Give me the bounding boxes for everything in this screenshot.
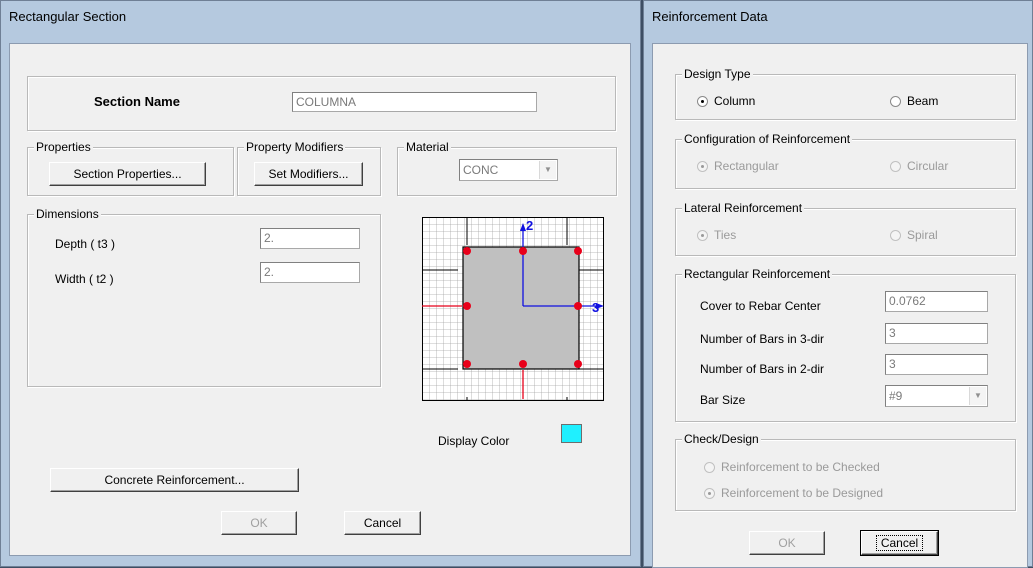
beam-radio-label: Beam	[907, 94, 939, 108]
spiral-radio[interactable]: Spiral	[890, 228, 938, 242]
ties-radio-label: Ties	[714, 228, 737, 242]
concrete-reinforcement-button[interactable]: Concrete Reinforcement...	[50, 468, 299, 492]
set-modifiers-button[interactable]: Set Modifiers...	[254, 162, 363, 186]
radio-icon	[890, 160, 901, 172]
rebar-dot	[463, 247, 471, 255]
rebar-dot	[574, 302, 582, 310]
rectangular-radio-label: Rectangular	[714, 159, 779, 173]
column-radio-label: Column	[714, 94, 756, 108]
bars-2-dir-label: Number of Bars in 2-dir	[700, 362, 825, 376]
material-select-value: CONC	[463, 163, 499, 177]
reinforcement-checked-radio[interactable]: Reinforcement to be Checked	[704, 460, 880, 474]
column-radio[interactable]: Column	[697, 94, 755, 108]
cancel-button[interactable]: Cancel	[344, 511, 421, 535]
display-color-swatch[interactable]	[561, 424, 582, 443]
rectangular-radio[interactable]: Rectangular	[697, 159, 779, 173]
bars-2-dir-input[interactable]: 3	[885, 354, 988, 375]
circular-radio-label: Circular	[907, 159, 949, 173]
bars-3-dir-input[interactable]: 3	[885, 323, 988, 344]
rebar-dot	[519, 247, 527, 255]
properties-group-label: Properties	[34, 140, 93, 154]
design-type-group-label: Design Type	[682, 67, 753, 81]
rebar-dot	[463, 360, 471, 368]
radio-icon	[697, 95, 708, 107]
rectangular-section-title: Rectangular Section	[9, 9, 127, 24]
reinforcement-designed-radio[interactable]: Reinforcement to be Designed	[704, 486, 883, 500]
cover-input[interactable]: 0.0762	[885, 291, 988, 312]
rebar-dot	[574, 360, 582, 368]
dimensions-group-label: Dimensions	[34, 207, 101, 221]
radio-icon	[890, 229, 901, 241]
configuration-group-label: Configuration of Reinforcement	[682, 132, 853, 146]
check-design-group: Check/Design	[675, 432, 1016, 511]
lateral-group-label: Lateral Reinforcement	[682, 201, 805, 215]
width-label: Width ( t2 )	[55, 272, 114, 286]
rebar-dot	[463, 302, 471, 310]
radio-icon	[890, 95, 901, 107]
check-design-group-label: Check/Design	[682, 432, 761, 446]
concrete-section	[462, 246, 580, 370]
display-color-label: Display Color	[438, 434, 510, 448]
ties-radio[interactable]: Ties	[697, 228, 736, 242]
section-name-input[interactable]: COLUMNA	[292, 92, 537, 112]
reinf-ok-button[interactable]: OK	[749, 531, 825, 555]
section-properties-button[interactable]: Section Properties...	[49, 162, 206, 186]
rebar-dot	[519, 360, 527, 368]
axis-3-label: 3	[592, 300, 599, 315]
reinf-cancel-button[interactable]: Cancel	[860, 530, 939, 556]
chevron-down-icon[interactable]: ▼	[969, 387, 986, 405]
axis-2-label: 2	[526, 218, 533, 233]
rectangular-section-client: Section Name COLUMNA Properties Section …	[9, 43, 631, 556]
reinforcement-data-title: Reinforcement Data	[652, 9, 768, 24]
radio-icon	[697, 229, 708, 241]
circular-radio[interactable]: Circular	[890, 159, 948, 173]
property-modifiers-group-label: Property Modifiers	[244, 140, 346, 154]
radio-icon	[704, 487, 715, 499]
spiral-radio-label: Spiral	[907, 228, 938, 242]
chevron-down-icon[interactable]: ▼	[539, 161, 556, 179]
reinf-cancel-label: Cancel	[875, 535, 924, 551]
section-preview: 2 3	[422, 217, 604, 401]
width-input[interactable]: 2.	[260, 262, 360, 283]
reinforcement-data-client: Design Type Column Beam Configuration of…	[652, 43, 1028, 568]
reinforcement-designed-label: Reinforcement to be Designed	[721, 486, 884, 500]
rebar-dot	[574, 247, 582, 255]
radio-icon	[704, 461, 715, 473]
material-group-label: Material	[404, 140, 451, 154]
reinforcement-checked-label: Reinforcement to be Checked	[721, 460, 880, 474]
rectangular-reinforcement-group-label: Rectangular Reinforcement	[682, 267, 833, 281]
rectangular-section-window: Rectangular Section Section Name COLUMNA…	[0, 0, 641, 567]
reinforcement-data-window: Reinforcement Data Design Type Column Be…	[643, 0, 1033, 568]
beam-radio[interactable]: Beam	[890, 94, 938, 108]
ok-button[interactable]: OK	[221, 511, 297, 535]
depth-input[interactable]: 2.	[260, 228, 360, 249]
material-select[interactable]: CONC ▼	[459, 159, 558, 181]
bar-size-label: Bar Size	[700, 393, 746, 407]
depth-label: Depth ( t3 )	[55, 237, 116, 251]
bar-size-value: #9	[889, 389, 903, 403]
bars-3-dir-label: Number of Bars in 3-dir	[700, 332, 825, 346]
radio-icon	[697, 160, 708, 172]
bar-size-select[interactable]: #9 ▼	[885, 385, 988, 407]
section-name-label: Section Name	[94, 94, 180, 109]
cover-label: Cover to Rebar Center	[700, 299, 821, 313]
